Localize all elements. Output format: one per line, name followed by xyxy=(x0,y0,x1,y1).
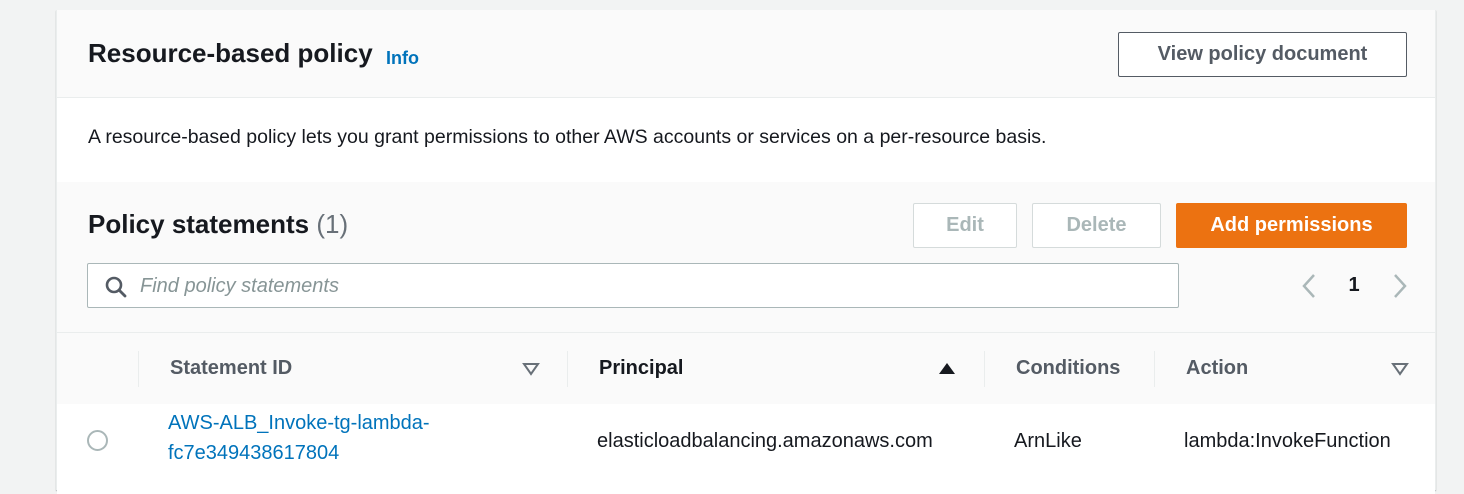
conditions-cell: ArnLike xyxy=(1014,430,1082,452)
policy-statements-title-text: Policy statements xyxy=(88,209,310,239)
sort-down-icon[interactable] xyxy=(522,361,540,377)
column-header-statement-id[interactable]: Statement ID xyxy=(170,357,292,380)
search-box[interactable] xyxy=(87,263,1179,308)
sort-up-icon[interactable] xyxy=(938,361,956,377)
chevron-right-icon[interactable] xyxy=(1388,273,1412,299)
column-header-principal[interactable]: Principal xyxy=(599,357,683,380)
view-policy-document-button[interactable]: View policy document xyxy=(1118,32,1407,77)
statement-id-link[interactable]: AWS-ALB_Invoke-tg-lambda- fc7e3494386178… xyxy=(168,408,430,468)
principal-cell: elasticloadbalancing.amazonaws.com xyxy=(597,430,933,452)
page-number[interactable]: 1 xyxy=(1344,274,1364,297)
chevron-left-icon[interactable] xyxy=(1297,273,1321,299)
column-header-conditions: Conditions xyxy=(1016,357,1121,379)
statement-id-line1[interactable]: AWS-ALB_Invoke-tg-lambda- xyxy=(168,408,430,438)
policy-statements-title: Policy statements (1) xyxy=(88,209,348,240)
column-divider xyxy=(1154,351,1155,387)
policy-statements-count: (1) xyxy=(316,209,349,239)
panel-header: Resource-based policy Info View policy d… xyxy=(57,10,1435,98)
statement-id-line2[interactable]: fc7e349438617804 xyxy=(168,438,430,468)
table-header: Statement ID Principal Conditions Action xyxy=(57,332,1435,406)
resource-policy-panel: Resource-based policy Info View policy d… xyxy=(56,10,1436,494)
row-select-radio[interactable] xyxy=(87,430,108,451)
column-divider xyxy=(138,351,139,387)
search-icon xyxy=(105,276,127,298)
policy-description: A resource-based policy lets you grant p… xyxy=(88,126,1047,148)
edit-button[interactable]: Edit xyxy=(913,203,1017,248)
add-permissions-button[interactable]: Add permissions xyxy=(1176,203,1407,248)
column-divider xyxy=(567,351,568,387)
search-input[interactable] xyxy=(140,270,1160,302)
sort-down-icon[interactable] xyxy=(1391,361,1409,377)
delete-button[interactable]: Delete xyxy=(1032,203,1161,248)
table-row[interactable]: AWS-ALB_Invoke-tg-lambda- fc7e3494386178… xyxy=(57,404,1435,494)
column-header-action[interactable]: Action xyxy=(1186,357,1248,380)
panel-title: Resource-based policy xyxy=(88,38,373,68)
info-link[interactable]: Info xyxy=(386,48,419,69)
column-divider xyxy=(984,351,985,387)
action-cell: lambda:InvokeFunction xyxy=(1184,430,1391,452)
